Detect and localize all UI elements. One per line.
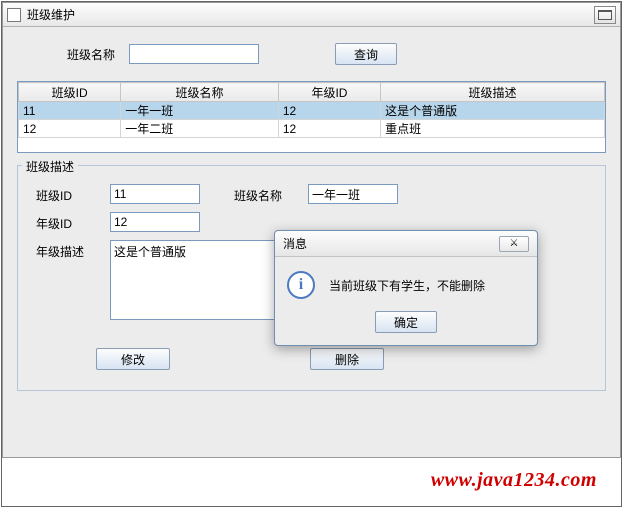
- class-name-input[interactable]: [308, 184, 398, 204]
- dialog-ok-button[interactable]: 确定: [375, 311, 437, 333]
- search-name-input[interactable]: [129, 44, 259, 64]
- column-header[interactable]: 年级ID: [278, 83, 380, 102]
- table-cell: 11: [19, 102, 121, 120]
- watermark: www.java1234.com: [431, 469, 597, 492]
- class-id-input[interactable]: [110, 184, 200, 204]
- table-cell: 12: [278, 102, 380, 120]
- table-cell: 重点班: [381, 120, 605, 138]
- class-id-label: 班级ID: [36, 184, 96, 204]
- message-dialog: 消息 ⚔ i 当前班级下有学生，不能删除 确定: [274, 230, 538, 346]
- app-icon: [7, 8, 21, 22]
- delete-button[interactable]: 删除: [310, 348, 384, 370]
- table-row[interactable]: 12一年二班12重点班: [19, 120, 605, 138]
- table-cell: 这是个普通版: [381, 102, 605, 120]
- maximize-button[interactable]: [594, 6, 616, 24]
- column-header[interactable]: 班级名称: [121, 83, 279, 102]
- titlebar: 班级维护: [3, 3, 620, 27]
- table-cell: 一年一班: [121, 102, 279, 120]
- column-header[interactable]: 班级描述: [381, 83, 605, 102]
- table-row[interactable]: 11一年一班12这是个普通版: [19, 102, 605, 120]
- close-icon: ⚔: [510, 238, 519, 249]
- dialog-message: 当前班级下有学生，不能删除: [329, 277, 485, 294]
- table-cell: 一年二班: [121, 120, 279, 138]
- column-header[interactable]: 班级ID: [19, 83, 121, 102]
- fieldset-legend: 班级描述: [22, 158, 78, 175]
- table-cell: 12: [278, 120, 380, 138]
- grade-id-input[interactable]: [110, 212, 200, 232]
- window-title: 班级维护: [27, 6, 588, 23]
- grade-id-label: 年级ID: [36, 212, 96, 232]
- class-table[interactable]: 班级ID班级名称年级ID班级描述 11一年一班12这是个普通版12一年二班12重…: [17, 81, 606, 153]
- info-icon: i: [287, 271, 315, 299]
- search-name-label: 班级名称: [67, 46, 115, 63]
- table-cell: 12: [19, 120, 121, 138]
- modify-button[interactable]: 修改: [96, 348, 170, 370]
- dialog-title: 消息: [283, 235, 499, 252]
- grade-desc-label: 年级描述: [36, 240, 96, 260]
- dialog-close-button[interactable]: ⚔: [499, 236, 529, 252]
- class-name-label: 班级名称: [234, 184, 294, 204]
- query-button[interactable]: 查询: [335, 43, 397, 65]
